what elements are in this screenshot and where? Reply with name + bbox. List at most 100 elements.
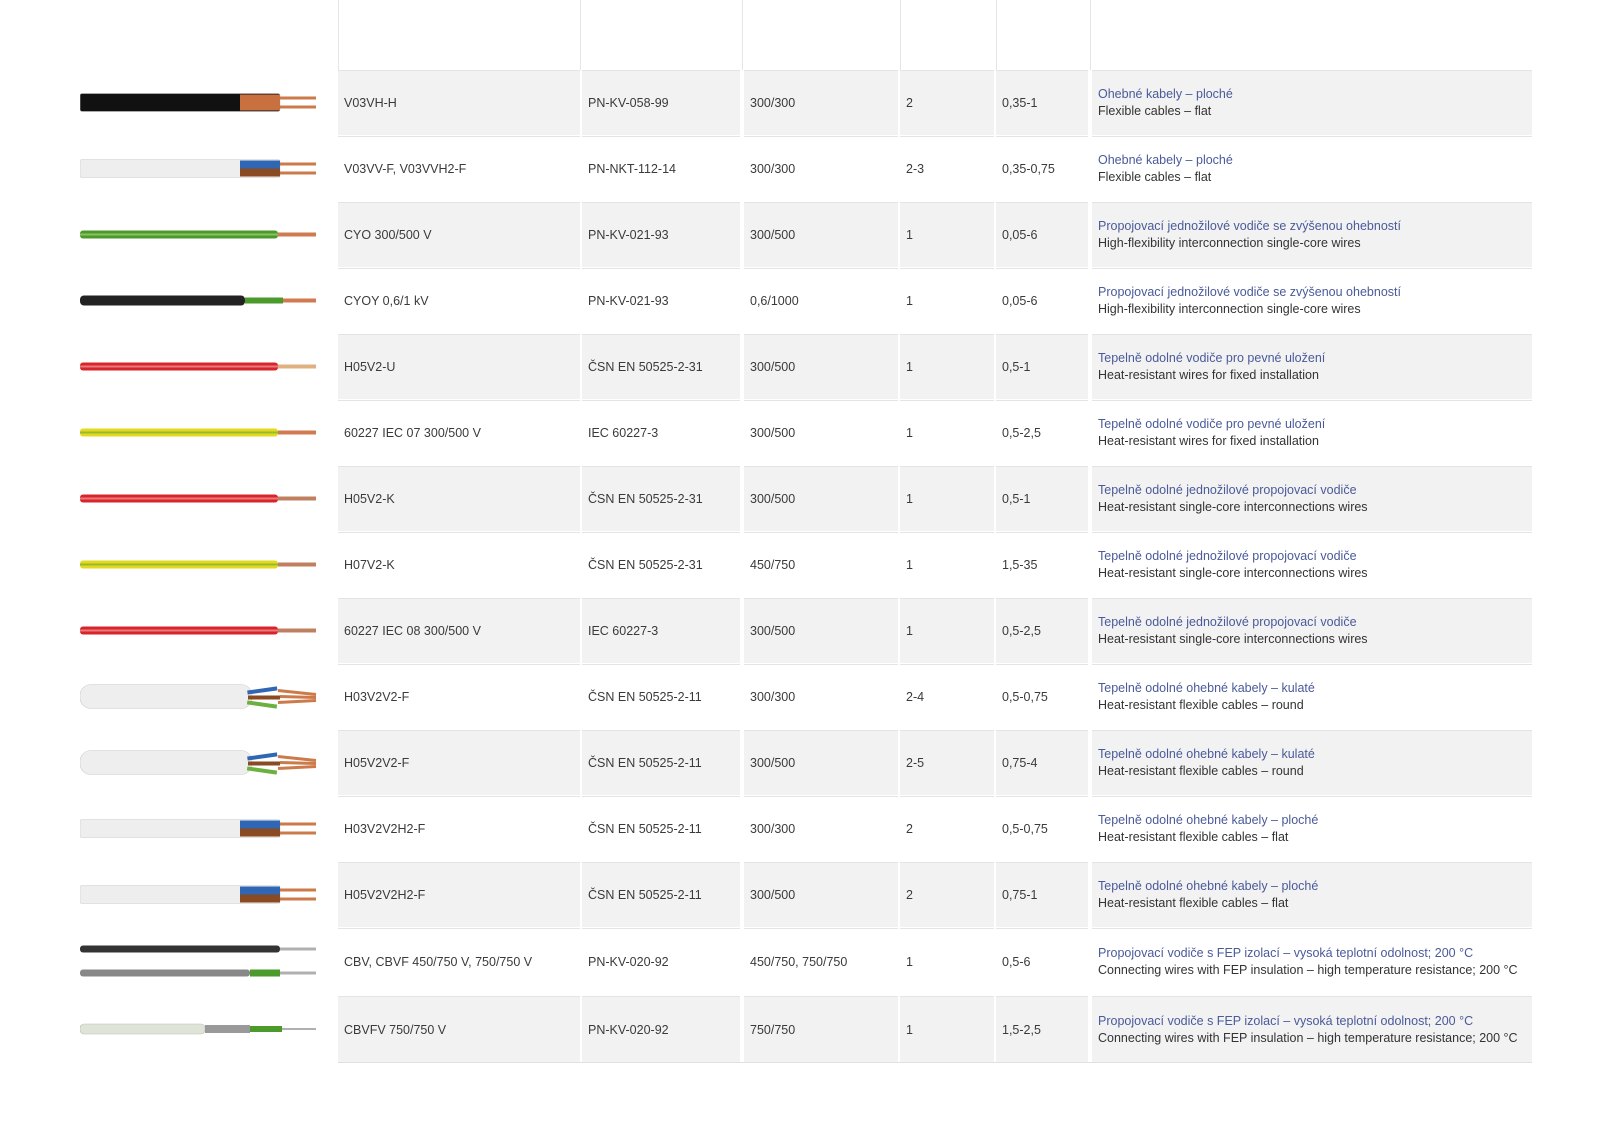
cell-voltage: 300/300	[744, 664, 898, 729]
standard-value: PN-KV-021-93	[588, 228, 669, 242]
cell-type: H05V2V2H2-F	[338, 862, 580, 927]
section-value: 0,5-2,5	[1002, 624, 1041, 638]
cell-section: 0,05-6	[996, 202, 1088, 267]
cell-description: Ohebné kabely – ploché Flexible cables – …	[1092, 70, 1532, 135]
cell-description: Tepelně odolné ohebné kabely – kulaté Hea…	[1092, 664, 1532, 729]
cable-image	[79, 136, 320, 201]
cell-section: 0,35-1	[996, 70, 1088, 135]
cores-value: 1	[906, 1022, 913, 1037]
cell-standard: ČSN EN 50525-2-11	[582, 862, 740, 927]
table-row: H05V2V2H2-F ČSN EN 50525-2-11 300/500 2 0,75…	[0, 862, 1600, 927]
description-english: Heat-resistant single-core interconnecti…	[1098, 566, 1368, 580]
standard-value: ČSN EN 50525-2-31	[588, 360, 703, 374]
cell-cores: 1	[900, 268, 994, 333]
header-column-divider	[1090, 0, 1091, 70]
cell-standard: PN-KV-021-93	[582, 202, 740, 267]
description-czech: Tepelně odolné jednožilové propojovací v…	[1098, 549, 1357, 563]
cell-type: H05V2V2-F	[338, 730, 580, 795]
cell-type: CYO 300/500 V	[338, 202, 580, 267]
standard-value: ČSN EN 50525-2-11	[588, 822, 702, 836]
cable-image	[80, 334, 320, 399]
cell-section: 0,5-0,75	[996, 664, 1088, 729]
voltage-value: 300/500	[750, 756, 796, 770]
voltage-value: 300/500	[750, 624, 796, 638]
cell-standard: PN-KV-058-99	[582, 70, 740, 135]
section-value: 1,5-2,5	[1002, 1022, 1041, 1037]
type-value: CBVFV 750/750 V	[344, 1022, 447, 1037]
description-english: Flexible cables – flat	[1098, 170, 1212, 184]
cable-image	[80, 202, 320, 267]
description-english: Heat-resistant flexible cables – flat	[1098, 896, 1289, 910]
cell-voltage: 300/300	[744, 136, 898, 201]
section-value: 0,5-0,75	[1002, 822, 1048, 836]
cell-section: 1,5-35	[996, 532, 1088, 597]
cell-type: V03VV-F, V03VVH2-F	[338, 136, 580, 201]
cell-description: Propojovací vodiče s FEP izolací – vysok…	[1092, 928, 1532, 995]
cell-cores: 2	[900, 796, 994, 861]
description-czech: Ohebné kabely – ploché	[1098, 153, 1233, 167]
cell-voltage: 450/750	[744, 532, 898, 597]
description-english: Heat-resistant wires for fixed installat…	[1098, 368, 1319, 382]
cell-standard: ČSN EN 50525-2-31	[582, 334, 740, 399]
table-row: 60227 IEC 08 300/500 V IEC 60227-3 300/500…	[0, 598, 1600, 663]
header-column-divider	[996, 0, 997, 70]
standard-value: ČSN EN 50525-2-31	[588, 492, 703, 506]
standard-value: PN-NKT-112-14	[588, 162, 676, 176]
cable-image	[79, 730, 320, 795]
cores-value: 2	[906, 822, 913, 836]
table-row: H05V2-U ČSN EN 50525-2-31 300/500 1 0,5-1 Tep…	[0, 334, 1600, 399]
table-row: H03V2V2H2-F ČSN EN 50525-2-11 300/300 2 0,5-…	[0, 796, 1600, 861]
cell-voltage: 300/300	[744, 70, 898, 135]
table-row: H05V2V2-F ČSN EN 50525-2-11 300/500 2-5 0,75…	[0, 730, 1600, 795]
voltage-value: 450/750, 750/750	[750, 955, 848, 969]
cores-value: 1	[906, 294, 913, 308]
section-value: 0,5-2,5	[1002, 426, 1041, 440]
cell-voltage: 300/500	[744, 598, 898, 663]
cell-cores: 1	[900, 202, 994, 267]
type-value: 60227 IEC 07 300/500 V	[344, 426, 481, 440]
voltage-value: 300/500	[750, 360, 796, 374]
cell-standard: ČSN EN 50525-2-11	[582, 664, 740, 729]
cell-description: Ohebné kabely – ploché Flexible cables – …	[1092, 136, 1532, 201]
type-value: H07V2-K	[344, 558, 395, 572]
cell-voltage: 300/500	[744, 334, 898, 399]
description-czech: Tepelně odolné vodiče pro pevné uložení	[1098, 351, 1326, 365]
cable-image	[80, 532, 320, 597]
standard-value: ČSN EN 50525-2-11	[588, 690, 702, 704]
header-column-divider	[900, 0, 901, 70]
cores-value: 2-5	[906, 756, 925, 770]
cell-standard: IEC 60227-3	[582, 598, 740, 663]
description-english: Heat-resistant single-core interconnecti…	[1098, 500, 1368, 514]
description-english: Heat-resistant single-core interconnecti…	[1098, 632, 1368, 646]
voltage-value: 300/500	[750, 888, 796, 902]
description-czech: Ohebné kabely – ploché	[1098, 87, 1233, 101]
cell-standard: PN-KV-020-92	[582, 996, 740, 1062]
description-english: Heat-resistant flexible cables – flat	[1098, 830, 1289, 844]
type-value: CYOY 0,6/1 kV	[344, 294, 429, 308]
cell-cores: 1	[900, 598, 994, 663]
cores-value: 1	[906, 228, 913, 242]
voltage-value: 300/500	[750, 228, 796, 242]
cell-standard: PN-KV-021-93	[582, 268, 740, 333]
cell-voltage: 300/500	[744, 862, 898, 927]
type-value: V03VH-H	[344, 96, 397, 110]
cell-type: H03V2V2H2-F	[338, 796, 580, 861]
standard-value: ČSN EN 50525-2-11	[588, 756, 702, 770]
cell-description: Propojovací jednožilové vodiče se zvýšen…	[1092, 202, 1532, 267]
table-row: CBV, CBVF 450/750 V, 750/750 V PN-KV-020-…	[0, 928, 1600, 995]
description-english: High-flexibility interconnection single-…	[1098, 302, 1361, 316]
voltage-value: 300/300	[750, 96, 796, 110]
type-value: H05V2-U	[344, 360, 396, 374]
cell-cores: 1	[900, 928, 994, 995]
cell-section: 0,5-6	[996, 928, 1088, 995]
section-value: 0,5-1	[1002, 492, 1031, 506]
type-value: V03VV-F, V03VVH2-F	[344, 162, 467, 176]
description-czech: Tepelně odolné jednožilové propojovací v…	[1098, 615, 1357, 629]
cell-type: 60227 IEC 08 300/500 V	[338, 598, 580, 663]
cell-section: 0,75-1	[996, 862, 1088, 927]
cell-type: H05V2-U	[338, 334, 580, 399]
cell-section: 1,5-2,5	[996, 996, 1088, 1062]
section-value: 0,75-1	[1002, 888, 1038, 902]
description-english: Connecting wires with FEP insulation – h…	[1098, 1030, 1518, 1045]
description-english: Flexible cables – flat	[1098, 104, 1212, 118]
